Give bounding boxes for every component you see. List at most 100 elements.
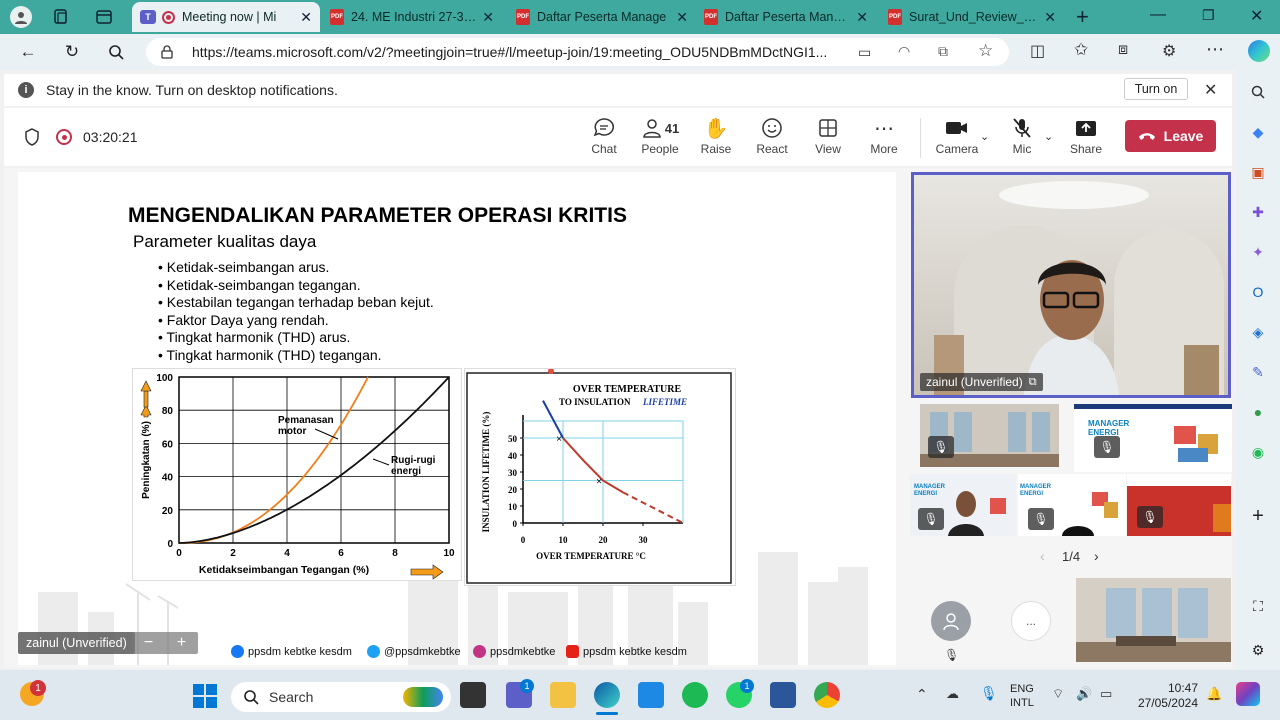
profile-avatar[interactable] (10, 6, 32, 28)
zoom-out-button[interactable]: − (144, 634, 153, 652)
close-notification-icon[interactable]: ✕ (1204, 80, 1217, 100)
tray-chevron-icon[interactable]: ⌃ (916, 686, 928, 703)
close-icon[interactable]: ✕ (1044, 9, 1056, 26)
tab-meeting[interactable]: T Meeting now | Mi ✕ (132, 2, 320, 32)
mic-options-chevron-icon[interactable]: ⌄ (1044, 130, 1053, 143)
refresh-button[interactable]: ↻ (60, 40, 84, 64)
tab-pdf-1[interactable]: PDF 24. ME Industri 27-30 M ✕ (322, 2, 502, 32)
collections-icon[interactable] (52, 8, 70, 26)
store-icon[interactable] (638, 682, 664, 708)
sidebar-excel-icon[interactable]: ● (1248, 402, 1268, 422)
windows-start-icon[interactable] (193, 684, 217, 713)
y-tick-label: 30 (508, 468, 518, 478)
sidebar-screenshot-icon[interactable]: ⛶ (1248, 596, 1268, 616)
more-participants-button[interactable]: ... (1011, 601, 1051, 641)
chrome-icon[interactable] (814, 682, 840, 708)
file-explorer-icon[interactable] (550, 682, 576, 708)
participant-thumb-5[interactable]: 🎙 (1127, 474, 1231, 536)
edge-taskbar-icon[interactable] (594, 682, 620, 708)
language-indicator[interactable]: ENG INTL (1010, 682, 1034, 710)
tab-pdf-4[interactable]: PDF Surat_Und_Review_Vid ✕ (880, 2, 1064, 32)
restore-button[interactable]: ❐ (1202, 7, 1215, 24)
y-tick-label: 40 (162, 473, 174, 484)
url-input[interactable]: https://teams.microsoft.com/v2/?meetingj… (146, 38, 1009, 66)
headphones-icon[interactable]: ◠ (898, 43, 910, 60)
x-tick-label: 30 (639, 535, 649, 545)
camera-button[interactable]: Camera (931, 114, 983, 162)
footer-twitter: @ppsdmkebtke (367, 645, 461, 658)
minimize-button[interactable]: — (1150, 6, 1166, 24)
split-screen-icon[interactable]: ◫ (1030, 41, 1045, 61)
participant-thumb-1[interactable]: 🎙 (920, 404, 1059, 467)
participant-thumb-4[interactable]: MANAGER ENERGI 🎙 (1018, 474, 1126, 536)
back-button[interactable]: ← (16, 40, 40, 64)
svg-text:MANAGER: MANAGER (914, 484, 946, 490)
sidebar-search-icon[interactable] (1248, 82, 1268, 102)
next-page-icon[interactable]: › (1094, 548, 1099, 564)
mic-button[interactable]: Mic (996, 114, 1048, 162)
notification-bell-icon[interactable]: 🔔 (1206, 686, 1222, 702)
app-available-icon[interactable]: ⧉ (938, 43, 948, 60)
copilot-icon[interactable] (1248, 40, 1270, 62)
word-icon[interactable] (770, 682, 796, 708)
volume-icon[interactable]: 🔊 (1076, 686, 1092, 702)
camera-options-chevron-icon[interactable]: ⌄ (980, 130, 989, 143)
prev-page-icon[interactable]: ‹ (1040, 548, 1045, 564)
copilot-taskbar-icon[interactable] (1236, 682, 1260, 706)
sidebar-outlook-icon[interactable]: O (1248, 282, 1268, 302)
wifi-icon[interactable]: ⌔ (1052, 686, 1064, 702)
footer-facebook: ppsdm kebtke kesdm (231, 645, 352, 658)
close-icon[interactable]: ✕ (676, 9, 688, 26)
close-icon[interactable]: ✕ (300, 9, 312, 26)
favorites-icon[interactable]: ✩ (1074, 40, 1088, 60)
participant-avatar[interactable] (931, 601, 971, 641)
turn-on-button[interactable]: Turn on (1124, 78, 1188, 100)
x-axis-label: OVER TEMPERATURE °C (536, 551, 646, 561)
chat-button[interactable]: Chat (578, 114, 630, 162)
zoom-in-button[interactable]: + (177, 634, 186, 652)
more-menu-icon[interactable]: ⋯ (1206, 39, 1224, 60)
react-button[interactable]: React (746, 114, 798, 162)
sidebar-drop-icon[interactable]: ◈ (1248, 322, 1268, 342)
sidebar-games-icon[interactable]: ✦ (1248, 242, 1268, 262)
extensions-icon[interactable]: ⚙ (1162, 41, 1176, 61)
sidebar-spotify-icon[interactable]: ◉ (1248, 442, 1268, 462)
battery-icon[interactable]: ▭ (1100, 686, 1112, 702)
tab-pdf-2[interactable]: PDF Daftar Peserta Manage ✕ (508, 2, 696, 32)
share-button[interactable]: Share (1060, 114, 1112, 162)
sidebar-tools-icon[interactable]: ✚ (1248, 202, 1268, 222)
self-view-tile[interactable] (1076, 578, 1231, 662)
participant-thumb-3[interactable]: MANAGER ENERGI 🎙 (910, 474, 1016, 536)
close-icon[interactable]: ✕ (856, 9, 868, 26)
sidebar-shopping-icon[interactable]: ▣ (1248, 162, 1268, 182)
view-button[interactable]: View (802, 114, 854, 162)
sidebar-tag-icon[interactable]: ◆ (1248, 122, 1268, 142)
sidebar-edit-icon[interactable]: ✎ (1248, 362, 1268, 382)
close-icon[interactable]: ✕ (482, 9, 494, 26)
tray-cloud-icon[interactable]: ☁ (946, 686, 959, 702)
sidebar-add-icon[interactable]: + (1248, 505, 1268, 527)
tab-pdf-3[interactable]: PDF Daftar Peserta Manage ✕ (696, 2, 876, 32)
favorite-star-icon[interactable]: ☆ (978, 41, 993, 61)
search-icon[interactable] (104, 40, 128, 64)
spotify-taskbar-icon[interactable] (682, 682, 708, 708)
task-view-icon[interactable] (460, 682, 486, 708)
leave-button[interactable]: Leave (1125, 120, 1216, 152)
tab-actions-icon[interactable] (95, 8, 113, 26)
raise-hand-button[interactable]: ✋ Raise (690, 114, 742, 162)
x-tick-label: 6 (338, 548, 344, 559)
close-window-button[interactable]: ✕ (1250, 6, 1263, 26)
new-tab-button[interactable]: + (1076, 4, 1089, 30)
clock[interactable]: 10:47 27/05/2024 (1136, 681, 1198, 711)
participant-thumb-2[interactable]: MANAGER ENERGI 🎙 (1074, 404, 1232, 472)
people-button[interactable]: 41 People (634, 114, 686, 162)
sidebar-settings-icon[interactable]: ⚙ (1248, 640, 1268, 660)
camera-permission-icon[interactable]: ▭ (858, 44, 871, 61)
y-tick-label: 0 (167, 539, 173, 550)
camera-icon (946, 122, 967, 134)
main-video-tile[interactable]: zainul (Unverified) ⧉ (911, 172, 1231, 398)
taskbar-search-box[interactable]: Search (231, 682, 451, 712)
more-button[interactable]: ⋯ More (858, 114, 910, 162)
tray-mic-icon[interactable]: 🎙 (980, 685, 998, 702)
collections-button-icon[interactable]: ⧈ (1118, 41, 1128, 59)
